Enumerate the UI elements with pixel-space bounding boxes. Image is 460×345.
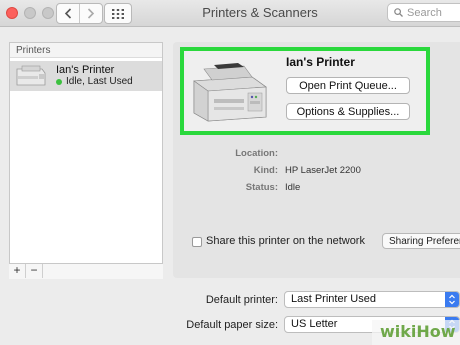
printer-image bbox=[193, 63, 267, 122]
printers-list: Printers Ian's Printer Idle, Last Used bbox=[9, 42, 163, 278]
status-dot bbox=[56, 78, 62, 85]
add-printer-button[interactable]: + bbox=[9, 264, 26, 278]
window-title: Printers & Scanners bbox=[202, 5, 318, 20]
printer-list-name: Ian's Printer bbox=[56, 64, 115, 76]
grid-icon bbox=[112, 8, 124, 19]
status-label: Status: bbox=[245, 182, 278, 193]
default-paper-value: US Letter bbox=[291, 318, 338, 330]
open-print-queue-button[interactable]: Open Print Queue... bbox=[286, 77, 410, 94]
default-paper-label: Default paper size: bbox=[186, 319, 278, 331]
printer-name: Ian's Printer bbox=[286, 55, 355, 69]
share-printer-checkbox[interactable] bbox=[192, 237, 202, 247]
minimize-window-button[interactable] bbox=[24, 7, 36, 19]
nav-buttons bbox=[56, 3, 103, 24]
chevron-updown-icon bbox=[445, 292, 459, 307]
search-field[interactable]: Search bbox=[387, 3, 460, 22]
printer-list-item[interactable]: Ian's Printer Idle, Last Used bbox=[10, 61, 162, 91]
share-printer-label: Share this printer on the network bbox=[206, 235, 365, 247]
default-printer-value: Last Printer Used bbox=[291, 293, 376, 305]
printer-list-status-text: Idle, Last Used bbox=[66, 76, 133, 87]
watermark: wikiHow bbox=[372, 320, 460, 345]
search-placeholder: Search bbox=[407, 6, 442, 19]
printer-icon bbox=[16, 65, 46, 86]
show-all-button[interactable] bbox=[104, 3, 132, 24]
default-printer-select[interactable]: Last Printer Used bbox=[284, 291, 460, 308]
search-icon bbox=[394, 8, 403, 17]
close-window-button[interactable] bbox=[6, 7, 18, 19]
title-bar: Printers & Scanners Search bbox=[0, 0, 460, 27]
forward-icon bbox=[87, 8, 95, 19]
zoom-window-button[interactable] bbox=[42, 7, 54, 19]
location-label: Location: bbox=[235, 148, 278, 159]
kind-value: HP LaserJet 2200 bbox=[285, 165, 361, 176]
options-supplies-button[interactable]: Options & Supplies... bbox=[286, 103, 410, 120]
remove-printer-button[interactable]: − bbox=[26, 264, 43, 278]
back-button[interactable] bbox=[57, 4, 79, 23]
back-icon bbox=[64, 8, 72, 19]
printers-list-header: Printers bbox=[10, 43, 162, 58]
sharing-preferences-button[interactable]: Sharing Preferences... bbox=[382, 233, 460, 249]
default-printer-label: Default printer: bbox=[205, 294, 278, 306]
watermark-text: wikiHow bbox=[380, 322, 456, 341]
printer-list-status: Idle, Last Used bbox=[56, 76, 133, 87]
forward-button[interactable] bbox=[79, 4, 102, 23]
status-value: Idle bbox=[285, 182, 301, 193]
kind-label: Kind: bbox=[253, 165, 278, 176]
list-controls: + − bbox=[9, 263, 163, 279]
